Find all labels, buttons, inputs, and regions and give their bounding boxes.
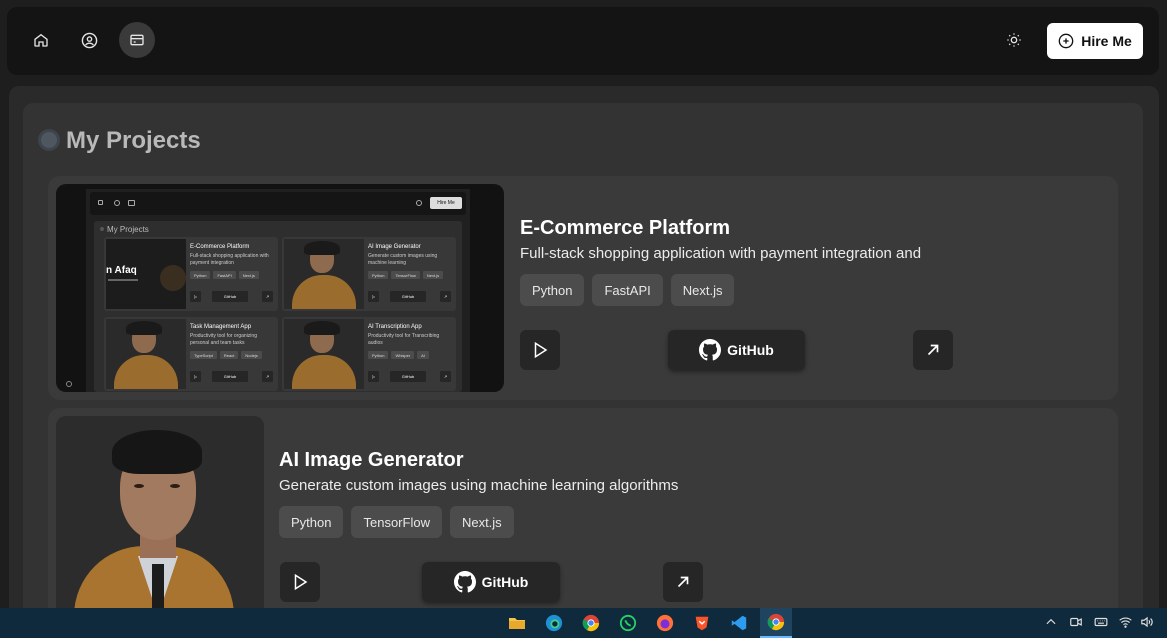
preview-tag: Python: [368, 351, 389, 359]
preview-hero-text: n Afaq: [106, 265, 137, 276]
preview-card-desc: Generate custom images using machine lea…: [368, 253, 438, 266]
projects-section: My Projects Hire Me My Projects n Afaq E…: [23, 103, 1143, 638]
chevron-up-icon[interactable]: [1044, 615, 1058, 634]
play-demo-button[interactable]: [280, 562, 320, 602]
preview-screenshot: Hire Me My Projects n Afaq E-Commerce Pl…: [66, 189, 470, 392]
keyboard-language-icon[interactable]: [1093, 615, 1109, 634]
section-title: My Projects: [66, 127, 201, 154]
arrow-up-right-icon: [677, 576, 689, 588]
file-explorer-icon[interactable]: [505, 612, 529, 634]
project-title: E-Commerce Platform: [520, 217, 731, 239]
preview-card-title: E-Commerce Platform: [190, 244, 250, 250]
project-card: Hire Me My Projects n Afaq E-Commerce Pl…: [48, 176, 1118, 400]
firefox-icon[interactable]: [653, 612, 677, 634]
preview-tag: TensorFlow: [391, 271, 420, 279]
github-label: GitHub: [481, 574, 529, 590]
preview-card: Task Management App Productivity tool fo…: [104, 317, 278, 391]
play-demo-button[interactable]: [520, 330, 560, 370]
tech-tag: Next.js: [670, 274, 735, 306]
preview-github: GitHub: [212, 291, 248, 302]
hire-me-button[interactable]: Hire Me: [1047, 23, 1143, 59]
user-icon[interactable]: [71, 22, 107, 58]
preview-tag: Next.js: [422, 271, 444, 279]
theme-toggle-sun-icon[interactable]: [999, 25, 1029, 55]
github-icon: [699, 339, 722, 361]
play-icon: [534, 341, 548, 359]
preview-card-title: AI Image Generator: [368, 244, 421, 250]
preview-github: GitHub: [212, 371, 248, 382]
tech-tag: FastAPI: [592, 274, 663, 306]
preview-tag: Nodejs: [241, 351, 262, 359]
preview-card: AI Image Generator Generate custom image…: [282, 237, 456, 311]
arrow-up-right-icon: [927, 344, 939, 356]
vscode-icon[interactable]: [727, 612, 751, 634]
project-description: Generate custom images using machine lea…: [279, 477, 679, 494]
brave-icon[interactable]: [690, 612, 714, 634]
preview-tag: Python: [368, 271, 389, 279]
tech-tag: Python: [520, 274, 585, 306]
preview-tag: Next.js: [238, 271, 259, 279]
whatsapp-icon[interactable]: [616, 612, 640, 634]
project-title: AI Image Generator: [279, 449, 464, 471]
tech-tag: Python: [279, 506, 344, 538]
preview-github: GitHub: [390, 291, 426, 302]
play-icon: [294, 573, 308, 591]
preview-tag: React: [219, 351, 239, 359]
github-icon: [453, 571, 476, 593]
plus-circle-icon: [1058, 33, 1074, 49]
preview-card: AI Transcription App Productivity tool f…: [282, 317, 456, 391]
preview-card-desc: Productivity tool for organizing persona…: [190, 333, 257, 346]
projects-icon[interactable]: [119, 22, 155, 58]
tag-list: Python TensorFlow Next.js: [279, 506, 514, 538]
chrome-icon[interactable]: [579, 612, 603, 634]
tech-tag: TensorFlow: [351, 506, 442, 538]
github-button[interactable]: GitHub: [422, 562, 560, 602]
wifi-icon[interactable]: [1118, 615, 1133, 634]
preview-tag: Whisper: [391, 351, 415, 359]
preview-github: GitHub: [390, 371, 426, 382]
project-card: AI Image Generator Generate custom image…: [48, 408, 1118, 638]
preview-tag: TypeScript: [190, 351, 217, 359]
section-dot: [41, 132, 57, 148]
meet-icon[interactable]: [1069, 615, 1083, 634]
chrome-active-icon[interactable]: [760, 608, 792, 638]
tech-tag: Next.js: [449, 506, 514, 538]
preview-section-title: My Projects: [107, 225, 149, 234]
preview-card-title: Task Management App: [190, 324, 252, 330]
volume-icon[interactable]: [1139, 615, 1154, 634]
preview-card-title: AI Transcription App: [368, 324, 422, 330]
preview-tag: FastAPI: [213, 271, 236, 279]
github-button[interactable]: GitHub: [668, 330, 805, 370]
top-navbar: Hire Me: [7, 7, 1159, 75]
project-description: Full-stack shopping application with pay…: [520, 245, 922, 262]
github-label: GitHub: [727, 342, 774, 358]
preview-tag: Python: [190, 271, 211, 279]
hire-me-label: Hire Me: [1081, 33, 1132, 49]
taskbar: [0, 608, 1167, 638]
home-icon[interactable]: [23, 22, 59, 58]
project-thumbnail: Hire Me My Projects n Afaq E-Commerce Pl…: [56, 184, 504, 392]
open-project-button[interactable]: [913, 330, 953, 370]
preview-card-desc: Full-stack shopping application with pay…: [190, 253, 269, 266]
preview-card: n Afaq E-Commerce Platform Full-stack sh…: [104, 237, 278, 311]
preview-hire-button: Hire Me: [430, 197, 462, 209]
open-project-button[interactable]: [663, 562, 703, 602]
preview-card-desc: Productivity tool for Transcribing audio…: [368, 333, 440, 346]
tag-list: Python FastAPI Next.js: [520, 274, 735, 306]
edge-icon[interactable]: [542, 612, 566, 634]
project-thumbnail: [56, 416, 264, 616]
preview-tag: AI: [417, 351, 429, 359]
